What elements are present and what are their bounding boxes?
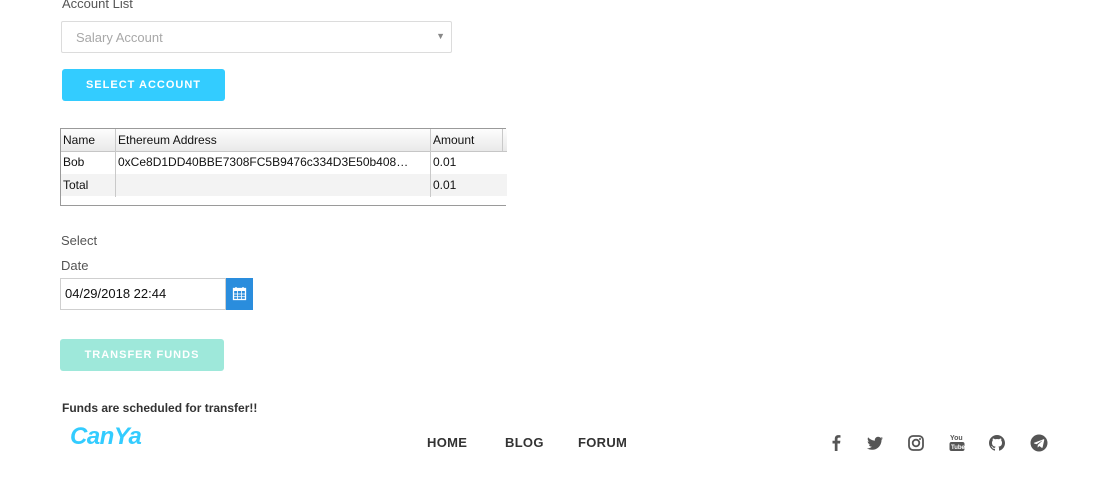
nav-blog[interactable]: BLOG [505, 435, 544, 450]
github-icon[interactable] [986, 432, 1008, 454]
date-label: Date [61, 258, 89, 273]
grid-cell-name: Bob [63, 155, 85, 169]
facebook-icon[interactable] [825, 432, 847, 454]
select-label: Select [61, 233, 98, 248]
svg-text:Tube: Tube [951, 445, 966, 451]
grid-cell-amount: 0.01 [433, 178, 457, 192]
canya-logo[interactable]: CanYa [70, 423, 142, 451]
instagram-icon[interactable] [905, 432, 927, 454]
chevron-down-icon: ▼ [436, 31, 445, 41]
nav-forum[interactable]: FORUM [578, 435, 627, 450]
grid-cell-address [116, 174, 430, 196]
transfer-funds-button[interactable]: TRANSFER FUNDS [60, 339, 224, 371]
select-account-button[interactable]: SELECT ACCOUNT [62, 69, 225, 101]
grid-column-header[interactable]: Name [61, 129, 115, 151]
twitter-icon[interactable] [864, 432, 886, 454]
grid-column-header[interactable]: Ethereum Address [116, 129, 430, 151]
grid-cell-amount: 0.01 [433, 155, 457, 169]
account-select-value: Salary Account [76, 30, 163, 45]
grid-cell-address: 0xCe8D1DD40BBE7308FC5B9476c334D3E50b408… [118, 155, 409, 169]
status-message: Funds are scheduled for transfer!! [62, 401, 258, 415]
grid-cell-name: Total [63, 178, 89, 192]
accounts-grid: Name Ethereum Address Amount Bob 0xCe8D1… [60, 128, 507, 206]
account-select[interactable]: Salary Account ▼ [61, 21, 452, 53]
youtube-icon[interactable]: You Tube [946, 432, 968, 454]
date-input[interactable]: 04/29/2018 22:44 [60, 278, 226, 310]
nav-home[interactable]: HOME [427, 435, 467, 450]
calendar-button[interactable] [226, 278, 253, 310]
calendar-icon [232, 287, 247, 301]
telegram-icon[interactable] [1028, 432, 1050, 454]
grid-column-header[interactable]: Amount [431, 129, 501, 151]
svg-text:You: You [950, 435, 963, 442]
account-list-label: Account List [62, 0, 133, 11]
